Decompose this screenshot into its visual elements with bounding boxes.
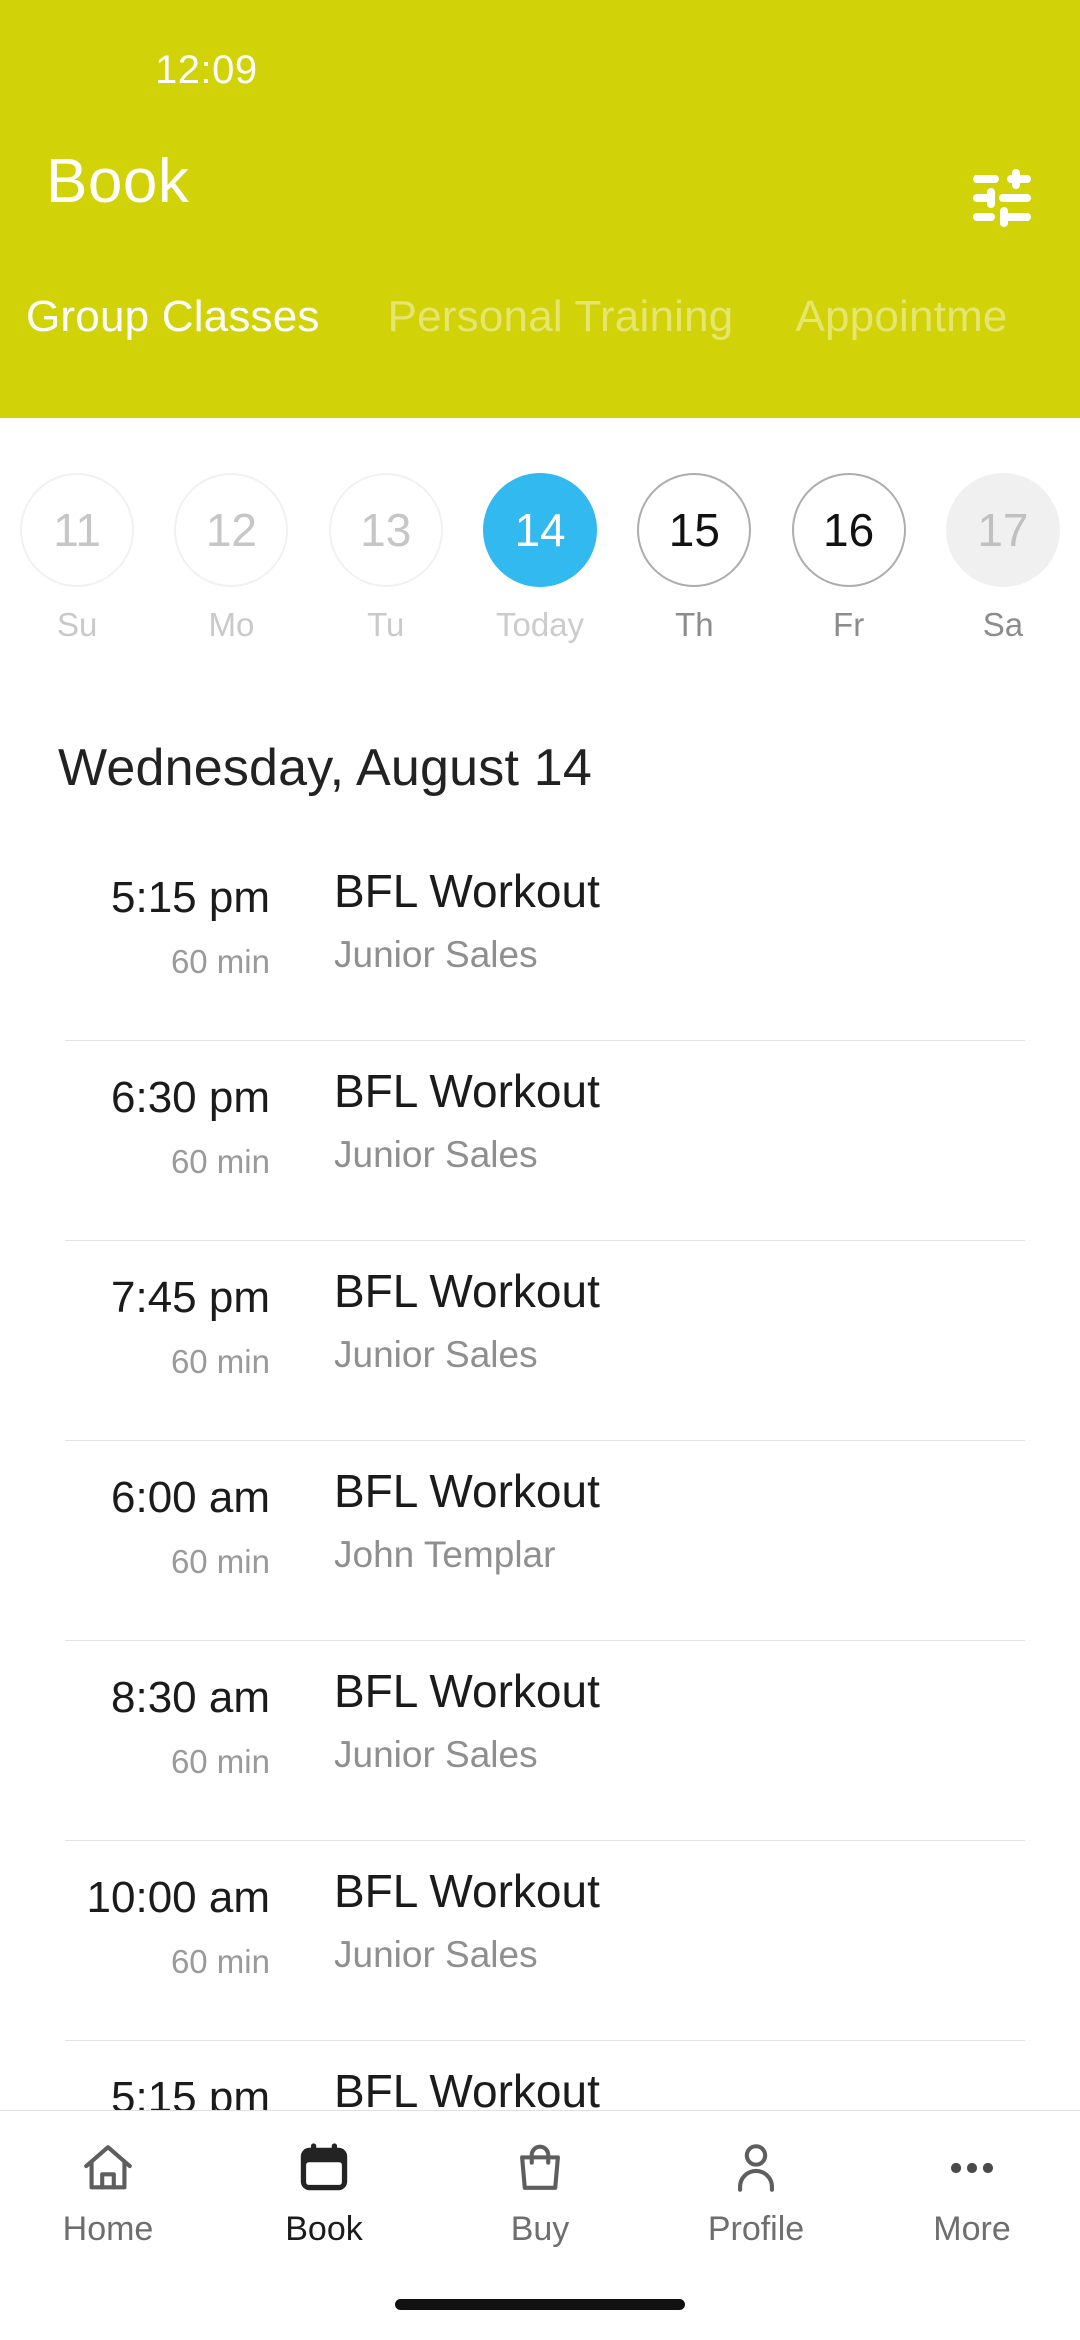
class-time: 6:00 am: [111, 1473, 270, 1522]
tab-personal-training[interactable]: Personal Training: [388, 295, 734, 339]
date-weekday: Sa: [982, 606, 1024, 643]
date-number: 17: [945, 473, 1060, 587]
class-time: 7:45 pm: [111, 1273, 270, 1322]
tab-appointments[interactable]: Appointme: [795, 295, 1007, 339]
date-cell-13[interactable]: 13 Tu: [309, 473, 463, 641]
status-bar-clock: 12:09: [155, 48, 258, 92]
date-weekday: Today: [496, 606, 585, 643]
date-weekday: Su: [56, 606, 98, 643]
class-list-item[interactable]: 5:15 pm BFL Workout: [0, 2040, 1080, 2110]
class-list-item[interactable]: 8:30 am 60 min BFL Workout Junior Sales: [0, 1640, 1080, 1840]
date-cell-17[interactable]: 17 Sa: [926, 473, 1080, 641]
date-weekday: Tu: [367, 606, 405, 643]
class-list-item[interactable]: 6:00 am 60 min BFL Workout John Templar: [0, 1440, 1080, 1640]
date-weekday: Fr: [833, 606, 865, 643]
nav-item-buy[interactable]: Buy: [432, 2111, 648, 2276]
tune-filter-icon: [971, 169, 1033, 227]
class-title: BFL Workout: [334, 865, 600, 917]
class-duration: 60 min: [170, 943, 270, 980]
date-number: 13: [328, 473, 443, 587]
class-title: BFL Workout: [334, 1465, 600, 1517]
app-screen: 12:09 Book Group Classes Personal Traini…: [0, 0, 1080, 2340]
app-header: 12:09 Book Group Classes Personal Traini…: [0, 0, 1080, 418]
class-time: 6:30 pm: [111, 1073, 270, 1122]
class-title: BFL Workout: [334, 1065, 600, 1117]
date-number: 14: [483, 473, 598, 587]
app-bar: Book: [0, 100, 1080, 280]
nav-label: Book: [285, 2210, 363, 2248]
class-title: BFL Workout: [334, 1665, 600, 1717]
nav-label: Home: [62, 2210, 154, 2248]
class-instructor: Junior Sales: [334, 1134, 538, 1175]
date-weekday: Mo: [208, 606, 255, 643]
date-cell-16[interactable]: 16 Fr: [771, 473, 925, 641]
person-icon: [727, 2137, 785, 2199]
class-duration: 60 min: [170, 1743, 270, 1780]
date-weekday: Th: [675, 606, 714, 643]
class-instructor: Junior Sales: [334, 934, 538, 975]
dots-icon: [943, 2137, 1001, 2199]
nav-label: More: [933, 2210, 1011, 2248]
class-title: BFL Workout: [334, 2065, 600, 2110]
date-number: 16: [791, 473, 906, 587]
date-cell-15[interactable]: 15 Th: [617, 473, 771, 641]
nav-label: Profile: [707, 2210, 805, 2248]
class-duration: 60 min: [170, 1343, 270, 1380]
nav-item-home[interactable]: Home: [0, 2111, 216, 2276]
nav-item-profile[interactable]: Profile: [648, 2111, 864, 2276]
filter-button[interactable]: [954, 150, 1050, 246]
bag-icon: [511, 2137, 569, 2199]
class-time: 5:15 pm: [111, 873, 270, 922]
calendar-icon: [295, 2137, 353, 2199]
class-duration: 60 min: [170, 1943, 270, 1980]
class-list-item[interactable]: 7:45 pm 60 min BFL Workout Junior Sales: [0, 1240, 1080, 1440]
tab-group-classes[interactable]: Group Classes: [26, 295, 320, 339]
nav-item-more[interactable]: More: [864, 2111, 1080, 2276]
date-cell-14-today[interactable]: 14 Today: [463, 473, 617, 641]
date-number: 11: [20, 473, 135, 587]
class-time: 8:30 am: [111, 1673, 270, 1722]
date-number: 12: [174, 473, 289, 587]
class-instructor: Junior Sales: [334, 1334, 538, 1375]
date-cell-12[interactable]: 12 Mo: [154, 473, 308, 641]
class-time: 5:15 pm: [111, 2073, 270, 2111]
nav-item-book[interactable]: Book: [216, 2111, 432, 2276]
class-instructor: Junior Sales: [334, 1734, 538, 1775]
class-duration: 60 min: [170, 1543, 270, 1580]
day-heading: Wednesday, August 14: [58, 739, 593, 797]
date-strip[interactable]: 11 Su 12 Mo 13 Tu 14 Today 15 Th 16 Fr 1…: [0, 418, 1080, 698]
home-icon: [79, 2137, 137, 2199]
class-list-item[interactable]: 10:00 am 60 min BFL Workout Junior Sales: [0, 1840, 1080, 2040]
home-indicator[interactable]: [395, 2299, 685, 2310]
page-title: Book: [46, 147, 190, 216]
class-duration: 60 min: [170, 1143, 270, 1180]
class-list-item[interactable]: 5:15 pm 60 min BFL Workout Junior Sales: [0, 840, 1080, 1040]
bottom-navigation: Home Book Buy Profile More: [0, 2110, 1080, 2340]
nav-label: Buy: [510, 2210, 570, 2248]
tab-bar: Group Classes Personal Training Appointm…: [0, 295, 1080, 418]
class-list-item[interactable]: 6:30 pm 60 min BFL Workout Junior Sales: [0, 1040, 1080, 1240]
class-title: BFL Workout: [334, 1865, 600, 1917]
date-cell-11[interactable]: 11 Su: [0, 473, 154, 641]
class-list[interactable]: 5:15 pm 60 min BFL Workout Junior Sales …: [0, 840, 1080, 2110]
class-time: 10:00 am: [86, 1873, 270, 1922]
status-bar: 12:09: [0, 0, 1080, 100]
class-instructor: Junior Sales: [334, 1934, 538, 1975]
class-instructor: John Templar: [334, 1534, 556, 1575]
class-title: BFL Workout: [334, 1265, 600, 1317]
date-number: 15: [637, 473, 752, 587]
